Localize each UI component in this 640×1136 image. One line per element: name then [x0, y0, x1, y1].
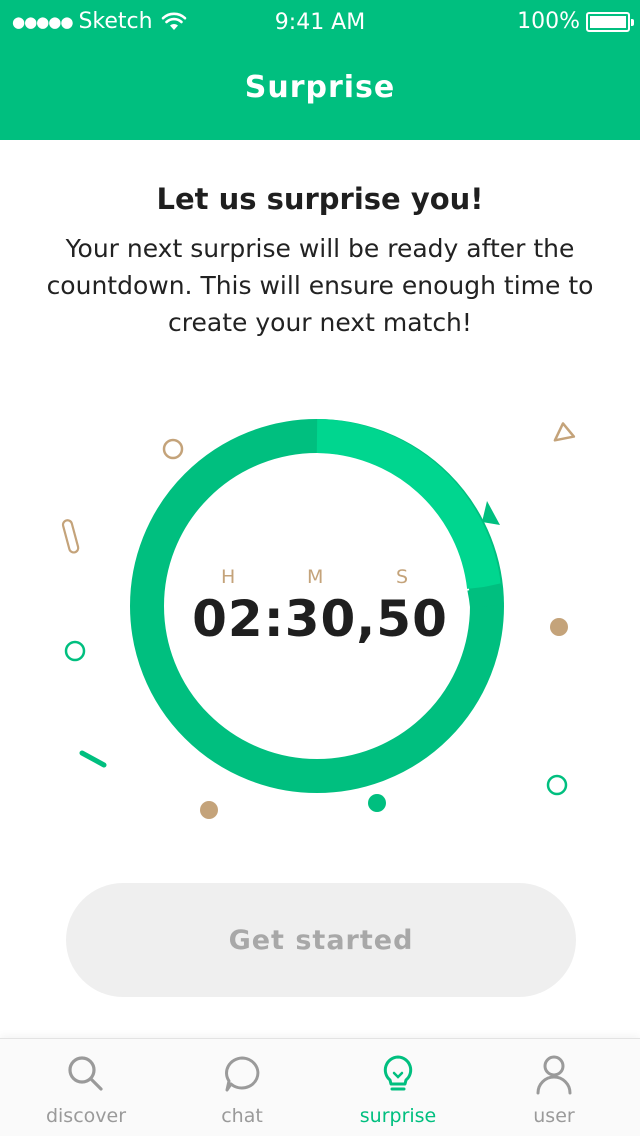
seconds-label: S — [396, 566, 409, 588]
decor-capsule-outline — [61, 519, 80, 554]
search-icon — [68, 1056, 103, 1091]
battery-icon — [586, 11, 634, 32]
countdown-ring-progress — [316, 419, 501, 590]
decor-dash-green — [79, 750, 107, 768]
decor-dot-tan-2 — [200, 801, 218, 819]
battery-status: 100% — [517, 9, 634, 34]
decor-circle-outline-green-2 — [546, 774, 568, 796]
get-started-button[interactable]: Get started — [66, 883, 576, 997]
tab-label-chat: chat — [221, 1105, 263, 1127]
tab-label-discover: discover — [45, 1105, 127, 1127]
decor-triangle-outline — [553, 422, 576, 442]
status-bar: ●●●●● Sketch 9:41 AM 100% — [0, 0, 640, 44]
hours-label: H — [221, 566, 236, 588]
decor-dot-green — [368, 794, 386, 812]
tab-discover[interactable]: discover — [6, 1039, 166, 1136]
lightbulb-icon — [383, 1055, 413, 1091]
ring-arrow-icon — [482, 501, 500, 525]
tab-user[interactable]: user — [474, 1039, 634, 1136]
user-icon — [536, 1055, 572, 1095]
battery-percentage: 100% — [517, 9, 580, 34]
chat-bubble-icon — [225, 1056, 260, 1092]
tab-label-user: user — [533, 1105, 575, 1127]
tab-label-surprise: surprise — [359, 1105, 437, 1127]
intro-heading: Let us surprise you! — [156, 182, 484, 216]
app-header: ●●●●● Sketch 9:41 AM 100% Surprise — [0, 0, 640, 140]
tab-surprise[interactable]: surprise — [318, 1039, 478, 1136]
countdown-timer: H M S 02:30,50 — [0, 400, 640, 840]
tab-bar: discover chat surprise user — [0, 1038, 640, 1136]
countdown-value: 02:30,50 — [192, 590, 448, 648]
intro-description: Your next surprise will be ready after t… — [46, 234, 594, 337]
decor-circle-outline-tan — [162, 438, 184, 460]
tab-chat[interactable]: chat — [162, 1039, 322, 1136]
minutes-label: M — [307, 566, 324, 588]
page-title: Surprise — [244, 70, 396, 105]
